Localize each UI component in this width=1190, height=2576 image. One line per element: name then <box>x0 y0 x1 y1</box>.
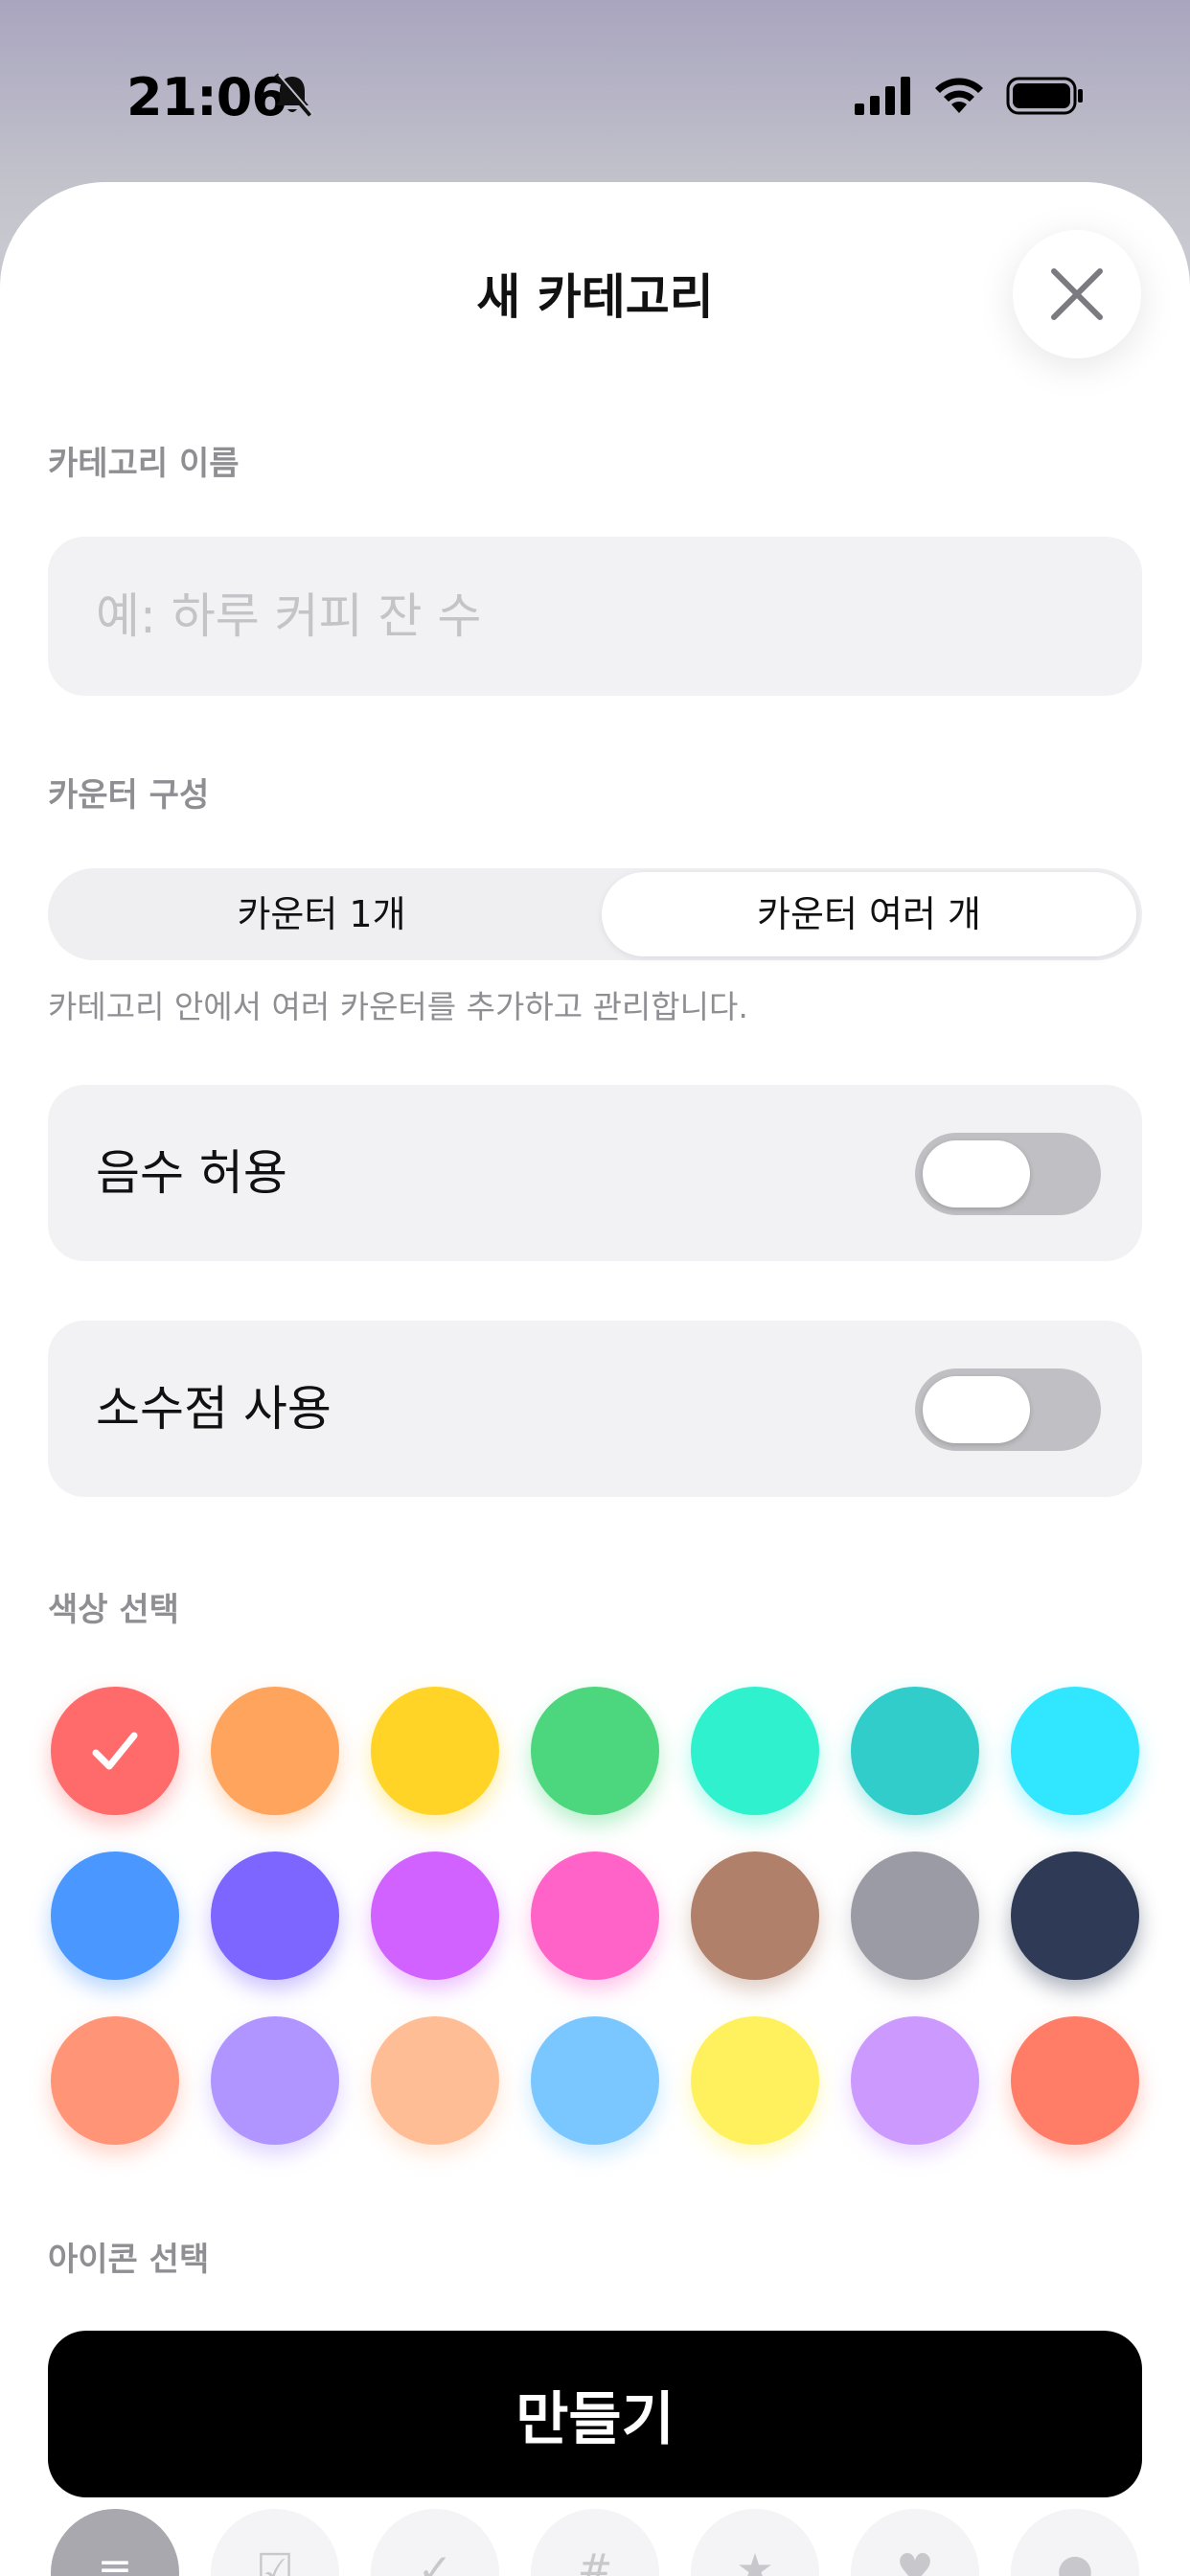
color-swatch[interactable] <box>371 1687 499 1815</box>
color-swatch[interactable] <box>851 2016 979 2145</box>
check-icon[interactable]: ✓ <box>371 2509 499 2576</box>
color-swatch[interactable] <box>51 2016 179 2145</box>
heart-icon[interactable]: ♥ <box>851 2509 979 2576</box>
color-swatch[interactable] <box>51 1852 179 1980</box>
silent-bell-icon <box>274 73 314 117</box>
category-name-input[interactable] <box>48 537 1142 696</box>
counter-config-hint: 카테고리 안에서 여러 카운터를 추가하고 관리합니다. <box>48 988 748 1025</box>
segment-single-counter[interactable]: 카운터 1개 <box>48 868 595 960</box>
color-swatch[interactable] <box>1011 1852 1139 1980</box>
close-button[interactable] <box>1013 230 1141 358</box>
color-swatch[interactable] <box>211 1852 339 1980</box>
allow-negative-toggle[interactable] <box>915 1133 1101 1215</box>
use-decimal-label: 소수점 사용 <box>96 1381 332 1437</box>
use-decimal-row: 소수점 사용 <box>48 1321 1142 1497</box>
hash-icon[interactable]: # <box>531 2509 659 2576</box>
color-swatch[interactable] <box>851 1852 979 1980</box>
drop-icon[interactable]: ● <box>1011 2509 1139 2576</box>
counter-config-label: 카운터 구성 <box>48 776 210 815</box>
color-swatch[interactable] <box>211 1687 339 1815</box>
color-swatch[interactable] <box>371 1852 499 1980</box>
color-swatch[interactable] <box>531 1852 659 1980</box>
color-swatch[interactable] <box>691 2016 819 2145</box>
status-time: 21:06 <box>126 67 287 127</box>
color-swatch[interactable] <box>851 1687 979 1815</box>
color-swatch[interactable] <box>1011 1687 1139 1815</box>
color-swatch[interactable] <box>531 1687 659 1815</box>
close-icon <box>1051 268 1103 320</box>
use-decimal-toggle[interactable] <box>915 1368 1101 1451</box>
allow-negative-row: 음수 허용 <box>48 1085 1142 1261</box>
toggle-knob <box>923 1376 1030 1443</box>
segment-multiple-counters[interactable]: 카운터 여러 개 <box>602 872 1136 956</box>
cellular-signal-icon <box>855 77 910 115</box>
counter-config-segmented-control: 카운터 1개 카운터 여러 개 <box>48 868 1142 960</box>
sheet-title: 새 카테고리 <box>476 269 714 325</box>
create-button[interactable]: 만들기 <box>48 2331 1142 2497</box>
wifi-icon <box>935 78 983 113</box>
checkmark-icon <box>92 1732 138 1770</box>
color-swatch[interactable] <box>51 1687 179 1815</box>
battery-icon <box>1006 77 1083 115</box>
icon-option-row: ≡ ☑ ✓ # ★ ♥ ● <box>0 2501 1190 2576</box>
list-icon[interactable]: ≡ <box>51 2509 179 2576</box>
category-name-label: 카테고리 이름 <box>48 445 240 483</box>
star-icon[interactable]: ★ <box>691 2509 819 2576</box>
allow-negative-label: 음수 허용 <box>96 1145 287 1201</box>
status-bar: 21:06 <box>0 0 1190 182</box>
checklist-icon[interactable]: ☑ <box>211 2509 339 2576</box>
color-swatch[interactable] <box>1011 2016 1139 2145</box>
color-swatch[interactable] <box>531 2016 659 2145</box>
color-select-label: 색상 선택 <box>48 1591 179 1629</box>
color-swatch[interactable] <box>691 1687 819 1815</box>
color-swatch[interactable] <box>691 1852 819 1980</box>
color-swatch[interactable] <box>371 2016 499 2145</box>
toggle-knob <box>923 1140 1030 1208</box>
bottom-fade <box>0 2281 1190 2338</box>
color-swatch[interactable] <box>211 2016 339 2145</box>
icon-select-label: 아이콘 선택 <box>48 2241 210 2279</box>
